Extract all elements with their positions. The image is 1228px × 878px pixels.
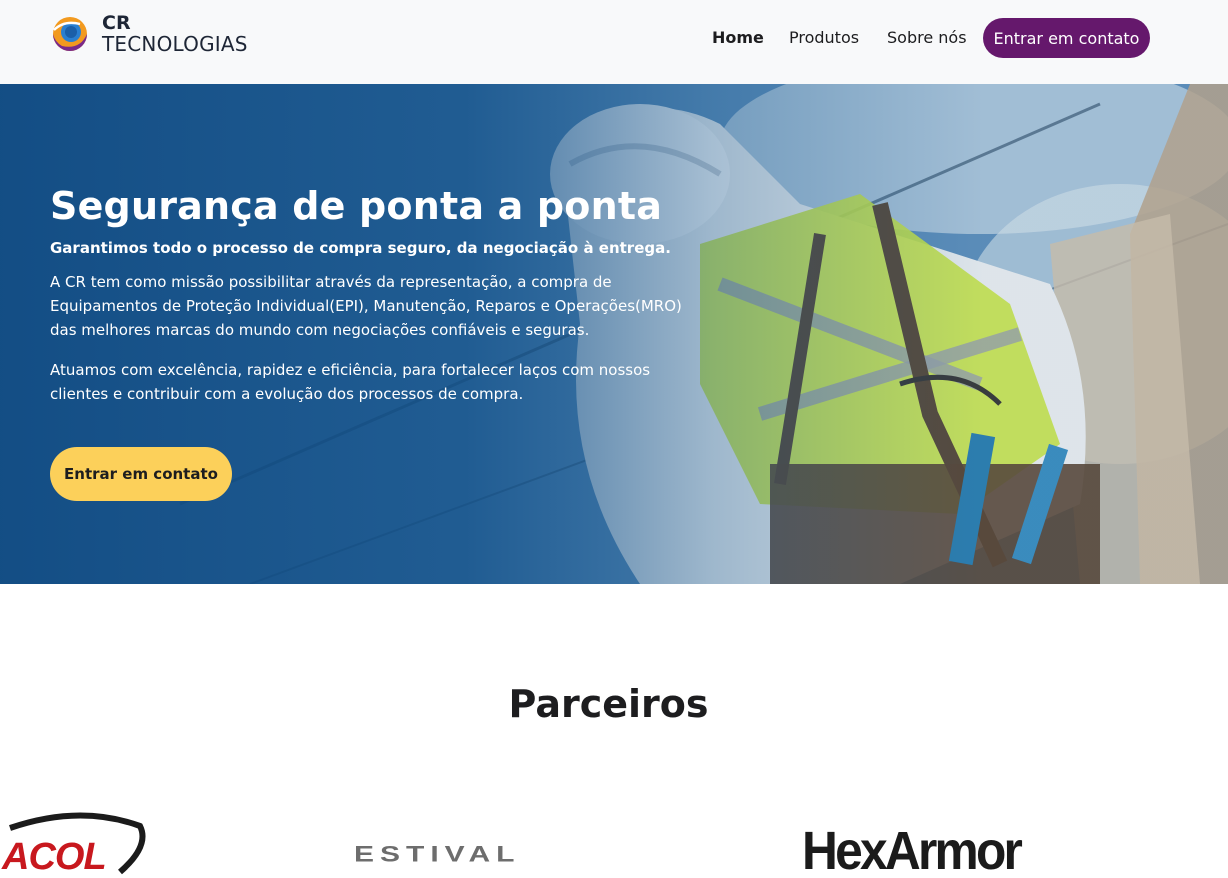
partner-name-hexarmor: HexArmor <box>802 821 1023 878</box>
hero-paragraph-mission: A CR tem como missão possibilitar atravé… <box>50 273 682 339</box>
partner-logo-estival: ESTIVAL <box>350 806 610 878</box>
hero-content: Segurança de ponta a ponta Garantimos to… <box>50 182 710 406</box>
hero-section: Segurança de ponta a ponta Garantimos to… <box>0 84 1228 584</box>
nav-contact-button[interactable]: Entrar em contato <box>983 18 1150 58</box>
hero-contact-button[interactable]: Entrar em contato <box>50 447 232 501</box>
logo-line-tecnologias: TECNOLOGIAS <box>102 32 248 56</box>
site-header: CR TECNOLOGIAS Home Produtos Sobre nós E… <box>0 0 1228 84</box>
partner-logo-acol: ACOL <box>0 806 150 878</box>
nav-link-produtos[interactable]: Produtos <box>789 28 859 48</box>
cr-logo-icon <box>53 17 87 51</box>
hero-paragraph-excellence: Atuamos com excelência, rapidez e eficiê… <box>50 361 651 403</box>
partner-logo-hexarmor: HexArmor <box>800 806 1060 878</box>
site-logo[interactable]: CR TECNOLOGIAS <box>50 13 290 57</box>
hero-title: Segurança de ponta a ponta <box>50 184 663 228</box>
partner-name-acol: ACOL <box>2 836 107 878</box>
nav-link-home[interactable]: Home <box>712 28 764 48</box>
logo-wordmark: CR TECNOLOGIAS <box>102 13 292 55</box>
nav-link-sobre-nos[interactable]: Sobre nós <box>887 28 967 48</box>
logo-line-cr: CR <box>102 12 131 34</box>
partner-name-estival: ESTIVAL <box>354 842 521 867</box>
hero-subtitle: Garantimos todo o processo de compra seg… <box>50 239 671 257</box>
partners-title: Parceiros <box>508 682 709 726</box>
